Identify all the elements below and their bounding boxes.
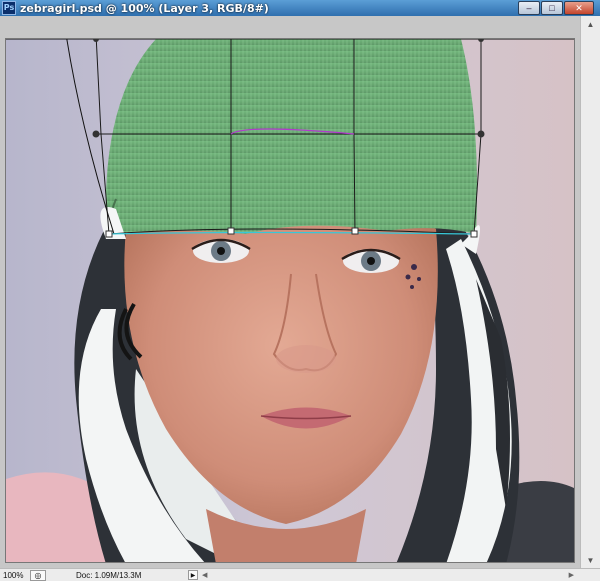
zoom-icon[interactable]: ◎ xyxy=(30,569,46,581)
document-title: zebragirl.psd @ 100% (Layer 3, RGB/8#) xyxy=(20,1,269,15)
green-beanie xyxy=(105,39,477,234)
status-menu-arrow-icon[interactable]: ▶ xyxy=(188,570,198,580)
photoshop-app-icon: Ps xyxy=(2,1,16,15)
document-title-bar[interactable]: Ps zebragirl.psd @ 100% (Layer 3, RGB/8#… xyxy=(0,0,600,16)
portrait-image xyxy=(6,39,574,562)
scroll-left-arrow-icon[interactable]: ◀ xyxy=(202,571,207,579)
document-size-info: Doc: 1.09M/13.3M xyxy=(76,570,142,580)
maximize-button[interactable]: □ xyxy=(541,1,563,15)
canvas-workspace xyxy=(0,16,580,568)
window-controls: – □ ✕ xyxy=(518,1,594,15)
close-button[interactable]: ✕ xyxy=(564,1,594,15)
zoom-level-field[interactable]: 100% xyxy=(0,571,30,580)
minimize-button[interactable]: – xyxy=(518,1,540,15)
vertical-scrollbar[interactable]: ▲ ▼ xyxy=(580,16,600,568)
scroll-down-arrow-icon[interactable]: ▼ xyxy=(581,552,600,568)
document-canvas[interactable] xyxy=(5,38,575,563)
scroll-right-arrow-icon[interactable]: ▶ xyxy=(569,571,574,579)
status-bar: 100% ◎ Doc: 1.09M/13.3M ▶ ◀ ▶ xyxy=(0,568,600,581)
scroll-up-arrow-icon[interactable]: ▲ xyxy=(581,16,600,32)
